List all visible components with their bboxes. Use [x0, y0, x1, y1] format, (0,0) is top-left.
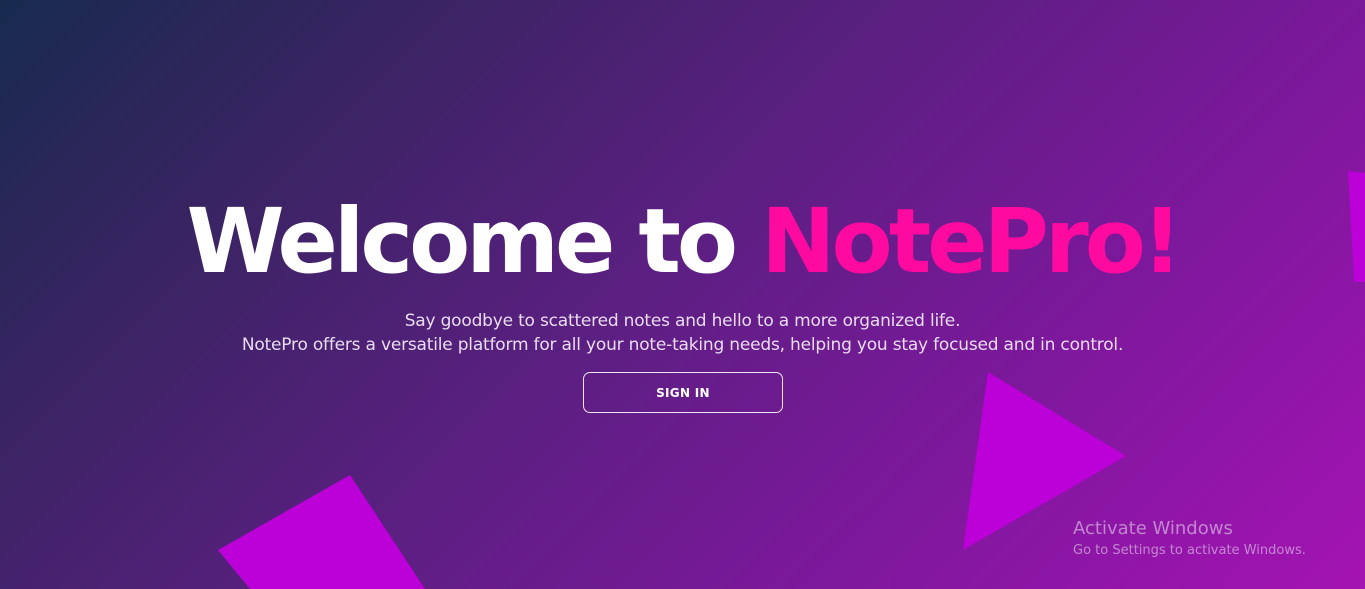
- hero-tagline-line1: Say goodbye to scattered notes and hello…: [404, 311, 961, 331]
- hero-tagline-line2: NotePro offers a versatile platform for …: [241, 335, 1124, 355]
- watermark-title: Activate Windows: [1073, 518, 1233, 539]
- hero-title-brand: NotePro!: [761, 189, 1182, 293]
- hero-title: Welcome to NotePro!: [0, 186, 1365, 296]
- hero-section: Welcome to NotePro! Say goodbye to scatt…: [0, 0, 1365, 589]
- watermark-subtitle: Go to Settings to activate Windows.: [1073, 543, 1306, 558]
- sign-in-button[interactable]: SIGN IN: [583, 372, 783, 413]
- activate-windows-watermark: Activate Windows Go to Settings to activ…: [1073, 517, 1306, 561]
- hero-title-prefix: Welcome to: [186, 189, 762, 293]
